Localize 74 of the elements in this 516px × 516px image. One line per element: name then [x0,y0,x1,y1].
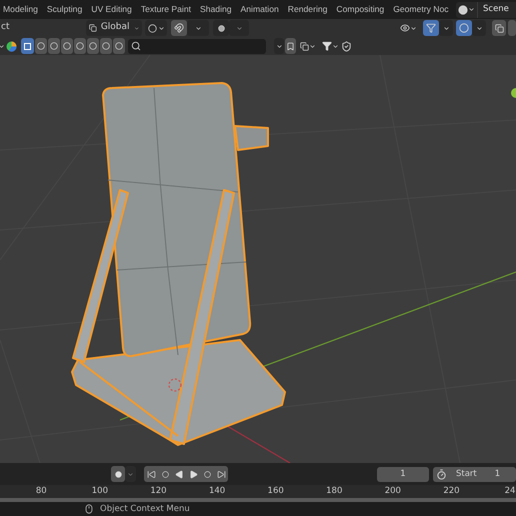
color-wheel-icon[interactable] [6,40,17,52]
filter-toggle[interactable] [87,38,99,54]
workspace-tab[interactable]: Rendering [286,2,330,18]
caret-icon [0,42,5,50]
bookmark-button[interactable] [285,38,296,54]
filter-toggle[interactable] [113,38,125,54]
ruler-label: 24 [504,485,516,498]
workspace-tab[interactable]: Geometry Noc [391,2,451,18]
ruler-label: 180 [325,485,344,498]
ruler-label: 120 [149,485,168,498]
filter-toggle[interactable] [100,38,112,54]
caret-icon [476,24,482,32]
caret-icon [332,42,338,50]
dot-icon [218,24,224,32]
status-hint: Object Context Menu [100,502,190,516]
ruler-label: 200 [384,485,402,498]
mouse-icon [84,504,94,514]
caret-icon [134,24,139,32]
record-button[interactable] [111,466,125,482]
ruler-label: 160 [266,485,285,498]
timer-icon[interactable] [436,468,447,480]
gizmo-axis-icon [511,88,516,98]
caret-icon [127,470,134,478]
expand-toggle[interactable] [274,38,284,54]
pivot-dropdown[interactable] [145,20,167,36]
caret-icon [410,24,416,32]
caret-icon [158,24,164,32]
bookmark-icon [286,42,295,50]
eye-icon [400,23,410,33]
workspace-tab[interactable]: Shading [198,2,234,18]
filter-toggle[interactable] [35,38,47,54]
scene-field[interactable]: Scene [477,2,516,18]
record-icon [114,470,122,478]
ruler-label: 100 [90,485,109,498]
origin-icon [168,378,182,392]
magnet-icon [174,23,184,33]
jump-end-icon [216,470,226,478]
caret-icon [194,24,202,32]
filter-toggle[interactable] [21,38,34,54]
filter-toggle[interactable] [74,38,86,54]
current-frame-field[interactable]: 1 [377,466,429,482]
caret-icon [442,24,450,32]
ruler-label: 80 [34,485,48,498]
snap-toggle[interactable] [171,20,187,36]
search-icon [131,41,141,51]
reverse-play-icon [174,470,184,478]
caret-icon [468,6,475,13]
mode-label[interactable]: ct [0,21,86,35]
workspace-tab[interactable]: Compositing [334,2,386,18]
filter-toggle[interactable] [48,38,60,54]
workspace-tab[interactable]: Sculpting [44,2,84,18]
search-field[interactable] [128,38,266,54]
proportional-toggle[interactable] [213,20,229,36]
viewport[interactable] [0,55,516,463]
xray-toggle[interactable] [492,20,506,36]
gizmo-toggle[interactable] [423,20,439,36]
square-icon [24,42,31,50]
workspace-tab[interactable]: Animation [238,2,281,18]
play-icon [188,470,198,478]
workspace-tab[interactable]: Texture Paint [138,2,193,18]
filter-toggle[interactable] [61,38,73,54]
orientation-dropdown[interactable]: Global [86,20,142,36]
ruler-label: 140 [208,485,226,498]
caret-icon [236,24,242,32]
workspace-tab[interactable]: UV Editing [89,2,134,18]
overlay-toggle[interactable] [456,20,472,36]
caret-icon [276,42,282,50]
caret-icon [309,42,316,50]
workspace-tab[interactable]: Modeling [1,2,40,18]
scene-icon-button[interactable] [456,2,477,18]
filter-icon [322,41,332,51]
shield-icon[interactable] [341,40,352,52]
jump-start-icon [146,470,156,478]
ruler-label: 220 [442,485,461,498]
